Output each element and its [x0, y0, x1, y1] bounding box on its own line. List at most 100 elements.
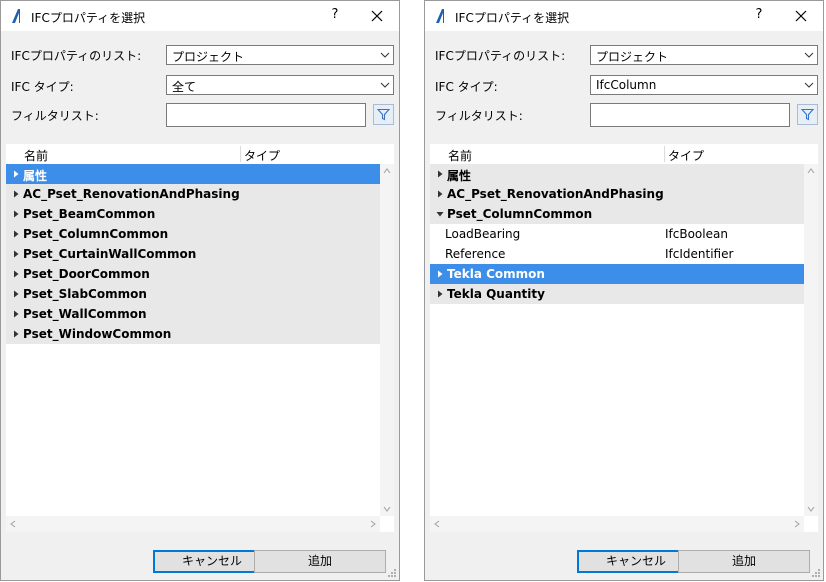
filter-icon [801, 108, 814, 121]
ifc-type-select[interactable]: IfcColumn [590, 75, 818, 95]
horizontal-scrollbar[interactable] [6, 516, 380, 532]
scroll-up-arrow-icon[interactable] [383, 168, 391, 174]
caret-right-icon[interactable] [12, 310, 20, 318]
filter-button[interactable] [797, 104, 818, 125]
property-list-select[interactable]: プロジェクト [590, 45, 818, 65]
tree-group-row[interactable]: AC_Pset_RenovationAndPhasing [430, 184, 804, 204]
column-header-type[interactable]: タイプ [668, 147, 704, 164]
tree-group-row[interactable]: 属性 [430, 164, 804, 184]
scroll-up-arrow-icon[interactable] [807, 168, 815, 174]
tree-property-row[interactable]: Reference IfcIdentifier [430, 244, 804, 264]
vertical-scrollbar[interactable] [804, 164, 818, 516]
ifc-type-label: IFC タイプ: [11, 80, 74, 94]
property-list-value: プロジェクト [596, 50, 669, 64]
add-button[interactable]: 追加 [254, 550, 386, 573]
help-button[interactable]: ? [325, 7, 345, 22]
property-tree[interactable]: 名前 タイプ 属性 AC_Pset_RenovationAndPhasing Pse… [6, 144, 394, 532]
tree-row-label: AC_Pset_RenovationAndPhasing [447, 187, 664, 201]
tree-row-label: Tekla Quantity [447, 287, 545, 301]
horizontal-scrollbar[interactable] [430, 516, 804, 532]
tree-group-row[interactable]: 属性 [6, 164, 380, 184]
caret-right-icon[interactable] [436, 170, 444, 178]
tree-group-row[interactable]: Tekla Common [430, 264, 804, 284]
tree-group-row[interactable]: Tekla Quantity [430, 284, 804, 304]
ifc-type-label: IFC タイプ: [435, 80, 498, 94]
tree-property-row[interactable]: LoadBearing IfcBoolean [430, 224, 804, 244]
tree-group-row[interactable]: Pset_SlabCommon [6, 284, 380, 304]
archicad-logo-icon [12, 9, 20, 23]
ifc-type-value: IfcColumn [596, 78, 657, 92]
tree-row-label: Pset_WallCommon [23, 307, 147, 321]
resize-grip-icon[interactable] [387, 568, 397, 578]
archicad-logo-icon [436, 9, 444, 23]
caret-right-icon[interactable] [12, 250, 20, 258]
ifc-type-select[interactable]: 全て [166, 75, 394, 95]
tree-row-label: Pset_CurtainWallCommon [23, 247, 197, 261]
column-divider[interactable] [664, 146, 665, 162]
tree-row-label: Pset_ColumnCommon [23, 227, 169, 241]
help-button[interactable]: ? [749, 7, 769, 22]
vertical-scrollbar[interactable] [380, 164, 394, 516]
tree-header: 名前 タイプ [430, 144, 780, 165]
caret-right-icon[interactable] [436, 270, 444, 278]
tree-rows: 属性 AC_Pset_RenovationAndPhasing Pset_Colum… [430, 164, 804, 304]
filter-button[interactable] [373, 104, 394, 125]
scroll-right-arrow-icon[interactable] [370, 520, 376, 528]
caret-right-icon[interactable] [12, 270, 20, 278]
tree-row-type: IfcIdentifier [665, 247, 734, 261]
tree-group-row[interactable]: Pset_CurtainWallCommon [6, 244, 380, 264]
tree-group-row[interactable]: Pset_DoorCommon [6, 264, 380, 284]
add-button[interactable]: 追加 [678, 550, 810, 573]
tree-group-row[interactable]: Pset_BeamCommon [6, 204, 380, 224]
resize-grip-icon[interactable] [811, 568, 821, 578]
tree-header: 名前 タイプ [6, 144, 356, 165]
property-tree[interactable]: 名前 タイプ 属性 AC_Pset_RenovationAndPhasing Pse… [430, 144, 818, 532]
caret-right-icon[interactable] [12, 190, 20, 198]
column-header-name[interactable]: 名前 [448, 147, 472, 164]
tree-group-row[interactable]: Pset_WallCommon [6, 304, 380, 324]
scroll-right-arrow-icon[interactable] [794, 520, 800, 528]
tree-group-row[interactable]: Pset_ColumnCommon [6, 224, 380, 244]
caret-right-icon[interactable] [12, 330, 20, 338]
tree-row-label: Pset_DoorCommon [23, 267, 150, 281]
tree-row-label: LoadBearing [445, 227, 521, 241]
tree-row-label: Pset_BeamCommon [23, 207, 156, 221]
filter-list-input[interactable] [166, 103, 366, 127]
close-icon[interactable] [365, 4, 389, 28]
column-header-name[interactable]: 名前 [24, 147, 48, 164]
chevron-down-icon [804, 52, 814, 58]
filter-list-label: フィルタリスト: [11, 109, 99, 123]
caret-down-icon[interactable] [436, 210, 444, 218]
filter-list-input[interactable] [590, 103, 790, 127]
tree-row-label: 属性 [23, 169, 48, 183]
scroll-left-arrow-icon[interactable] [434, 520, 440, 528]
tree-row-label: Pset_SlabCommon [23, 287, 147, 301]
tree-group-row[interactable]: AC_Pset_RenovationAndPhasing [6, 184, 380, 204]
tree-group-row[interactable]: Pset_ColumnCommon [430, 204, 804, 224]
caret-right-icon[interactable] [12, 290, 20, 298]
property-list-select[interactable]: プロジェクト [166, 45, 394, 65]
tree-row-label: Tekla Common [447, 267, 545, 281]
title-bar: IFCプロパティを選択 ? [425, 1, 823, 31]
tree-rows: 属性 AC_Pset_RenovationAndPhasing Pset_BeamC… [6, 164, 380, 344]
chevron-down-icon [804, 82, 814, 88]
property-list-label: IFCプロパティのリスト: [435, 49, 566, 63]
close-icon[interactable] [789, 4, 813, 28]
scroll-down-arrow-icon[interactable] [807, 506, 815, 512]
tree-group-row[interactable]: Pset_WindowCommon [6, 324, 380, 344]
column-divider[interactable] [240, 146, 241, 162]
ifc-property-dialog-left: IFCプロパティを選択 ? IFCプロパティのリスト: プロジェクト IFC タ… [0, 0, 400, 581]
column-header-type[interactable]: タイプ [244, 147, 280, 164]
ifc-property-dialog-right: IFCプロパティを選択 ? IFCプロパティのリスト: プロジェクト IFC タ… [424, 0, 824, 581]
caret-right-icon[interactable] [12, 210, 20, 218]
scroll-down-arrow-icon[interactable] [383, 506, 391, 512]
tree-row-label: Pset_ColumnCommon [447, 207, 593, 221]
caret-right-icon[interactable] [12, 170, 20, 178]
dialog-title: IFCプロパティを選択 [31, 11, 146, 25]
caret-right-icon[interactable] [436, 290, 444, 298]
chevron-down-icon [380, 82, 390, 88]
caret-right-icon[interactable] [12, 230, 20, 238]
tree-row-type: IfcBoolean [665, 227, 728, 241]
scroll-left-arrow-icon[interactable] [10, 520, 16, 528]
caret-right-icon[interactable] [436, 190, 444, 198]
